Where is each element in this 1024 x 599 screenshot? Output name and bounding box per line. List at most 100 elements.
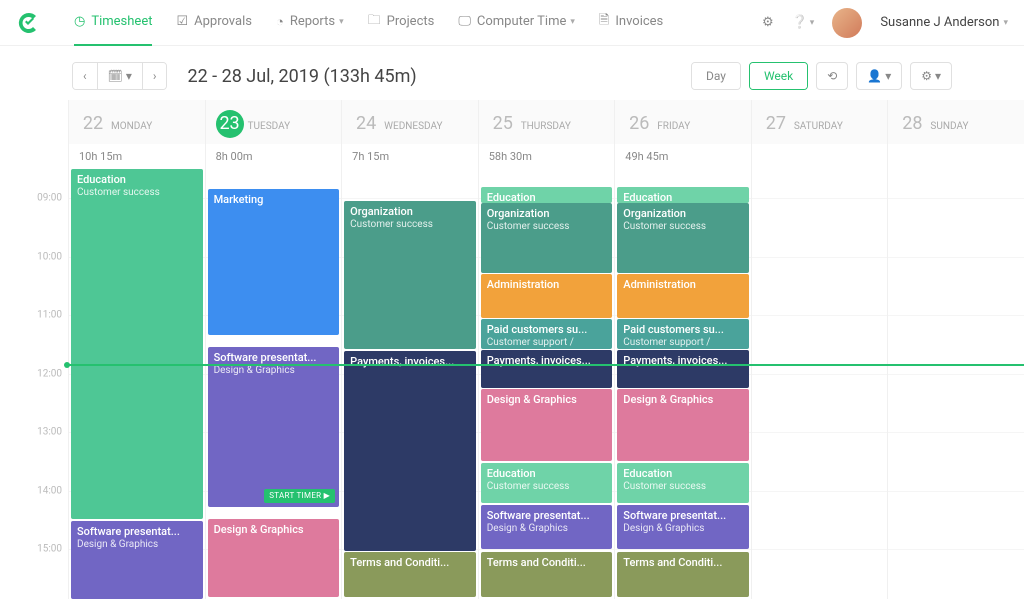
calendar-check-icon: ☑ (176, 14, 188, 29)
event-subtitle: Design & Graphics (77, 539, 197, 552)
calendar-event[interactable]: Design & Graphics (481, 389, 613, 461)
time-label: 15:00 (37, 544, 62, 555)
calendar-event[interactable]: Payments, invoices... (481, 350, 613, 388)
start-timer-button[interactable]: START TIMER ▶ (264, 489, 335, 503)
day-of-week: SATURDAY (794, 121, 843, 132)
view-day-seg: Day (691, 62, 741, 90)
nav-approvals[interactable]: ☑ Approvals (176, 0, 251, 46)
event-subtitle: Customer support / (623, 337, 743, 349)
event-title: Design & Graphics (623, 393, 743, 407)
nav-projects[interactable]: 🗀 Projects (368, 0, 435, 46)
refresh-button[interactable]: ⟲ (816, 62, 848, 90)
day-header[interactable]: 26FRIDAY (614, 100, 751, 144)
nav-computer-time[interactable]: 🖵 Computer Time ▾ (458, 0, 575, 46)
calendar-event[interactable]: Software presentat...Design & Graphics (617, 505, 749, 549)
event-title: Software presentat... (214, 351, 334, 365)
next-button[interactable]: › (143, 63, 167, 89)
day-number: 27 (762, 110, 790, 138)
help-icon[interactable]: ❔▾ (792, 15, 815, 30)
day-number: 28 (898, 110, 926, 138)
calendar-event[interactable]: Payments, invoices... (617, 350, 749, 388)
time-label: 09:00 (37, 193, 62, 204)
day-header[interactable]: 22MONDAY (68, 100, 205, 144)
calendar-event[interactable]: Education (617, 187, 749, 203)
calendar-event[interactable]: Design & Graphics (208, 519, 340, 597)
day-column[interactable]: EducationCustomer successSoftware presen… (68, 169, 205, 599)
calendar-event[interactable]: EducationCustomer success (617, 463, 749, 503)
nav-reports[interactable]: ◔ Reports ▾ (276, 0, 344, 46)
day-number: 26 (625, 110, 653, 138)
event-title: Marketing (214, 193, 334, 207)
event-subtitle: Customer support / (487, 337, 607, 349)
day-column[interactable] (751, 169, 888, 599)
settings-dropdown-button[interactable]: ⚙ ▾ (910, 62, 952, 90)
event-title: Terms and Conditi... (487, 556, 607, 570)
current-time-indicator (68, 364, 1024, 366)
calendar-event[interactable]: EducationCustomer success (481, 463, 613, 503)
calendar-event[interactable]: Software presentat...Design & Graphics (481, 505, 613, 549)
date-range-title: 22 - 28 Jul, 2019 (133h 45m) (187, 66, 416, 87)
chevron-down-icon: ▾ (1003, 18, 1008, 28)
day-total (751, 144, 888, 169)
day-column[interactable]: OrganizationCustomer successPayments, in… (341, 169, 478, 599)
calendar-event[interactable]: Software presentat...Design & GraphicsST… (208, 347, 340, 507)
calendar-event[interactable]: Terms and Conditi... (481, 552, 613, 597)
nav-invoices[interactable]: 🗎 Invoices (599, 0, 663, 46)
view-week-button[interactable]: Week (750, 63, 807, 89)
event-title: Administration (623, 278, 743, 292)
time-label: 13:00 (37, 427, 62, 438)
settings-icon[interactable]: ⚙ (762, 15, 774, 30)
time-label: 11:00 (37, 310, 62, 321)
day-number: 25 (489, 110, 517, 138)
event-subtitle: Customer success (623, 481, 743, 494)
calendar-event[interactable]: Paid customers su...Customer support / (481, 319, 613, 349)
calendar-event[interactable]: Payments, invoices... (344, 351, 476, 551)
event-title: Terms and Conditi... (350, 556, 470, 570)
calendar-event[interactable]: Paid customers su...Customer support / (617, 319, 749, 349)
calendar: 22MONDAY23TUESDAY24WEDNESDAY25THURSDAY26… (0, 100, 1024, 599)
day-column[interactable]: EducationOrganizationCustomer successAdm… (478, 169, 615, 599)
nav-invoices-label: Invoices (615, 14, 663, 29)
day-number: 22 (79, 110, 107, 138)
calendar-event[interactable]: EducationCustomer success (71, 169, 203, 519)
day-column[interactable]: EducationOrganizationCustomer successAdm… (614, 169, 751, 599)
day-header[interactable]: 25THURSDAY (478, 100, 615, 144)
event-title: Software presentat... (487, 509, 607, 523)
calendar-event[interactable]: OrganizationCustomer success (481, 203, 613, 273)
view-week-seg: Week (749, 62, 808, 90)
event-subtitle: Customer success (487, 221, 607, 234)
time-label: 10:00 (37, 251, 62, 262)
event-title: Organization (623, 207, 743, 221)
date-nav: ‹ 🗓 ▾ › (72, 62, 167, 90)
day-column[interactable]: MarketingSoftware presentat...Design & G… (205, 169, 342, 599)
user-filter-button[interactable]: 👤 ▾ (856, 62, 902, 90)
day-header[interactable]: 24WEDNESDAY (341, 100, 478, 144)
calendar-grid[interactable]: 09:0010:0011:0012:0013:0014:0015:00 Educ… (20, 169, 1024, 599)
view-day-button[interactable]: Day (692, 63, 740, 89)
calendar-event[interactable]: Software presentat...Design & Graphics (71, 521, 203, 599)
nav-timesheet[interactable]: ◷ Timesheet (74, 0, 152, 46)
date-picker-button[interactable]: 🗓 ▾ (98, 63, 143, 89)
day-header[interactable]: 23TUESDAY (205, 100, 342, 144)
day-header[interactable]: 28SUNDAY (887, 100, 1024, 144)
calendar-event[interactable]: Terms and Conditi... (344, 552, 476, 597)
calendar-event[interactable]: Marketing (208, 189, 340, 335)
event-title: Education (623, 191, 743, 203)
day-number: 24 (352, 110, 380, 138)
event-title: Education (623, 467, 743, 481)
day-column[interactable] (887, 169, 1024, 599)
calendar-event[interactable]: Education (481, 187, 613, 203)
user-menu[interactable]: Susanne J Anderson ▾ (880, 15, 1008, 30)
app-logo[interactable] (16, 10, 42, 36)
calendar-event[interactable]: OrganizationCustomer success (617, 203, 749, 273)
calendar-event[interactable]: Administration (481, 274, 613, 318)
calendar-event[interactable]: Design & Graphics (617, 389, 749, 461)
calendar-event[interactable]: OrganizationCustomer success (344, 201, 476, 349)
prev-button[interactable]: ‹ (73, 63, 98, 89)
calendar-event[interactable]: Administration (617, 274, 749, 318)
event-title: Design & Graphics (214, 523, 334, 537)
day-header[interactable]: 27 SATURDAY (751, 100, 888, 144)
topbar: ◷ Timesheet ☑ Approvals ◔ Reports ▾ 🗀 Pr… (0, 0, 1024, 46)
avatar[interactable] (832, 8, 862, 38)
calendar-event[interactable]: Terms and Conditi... (617, 552, 749, 597)
